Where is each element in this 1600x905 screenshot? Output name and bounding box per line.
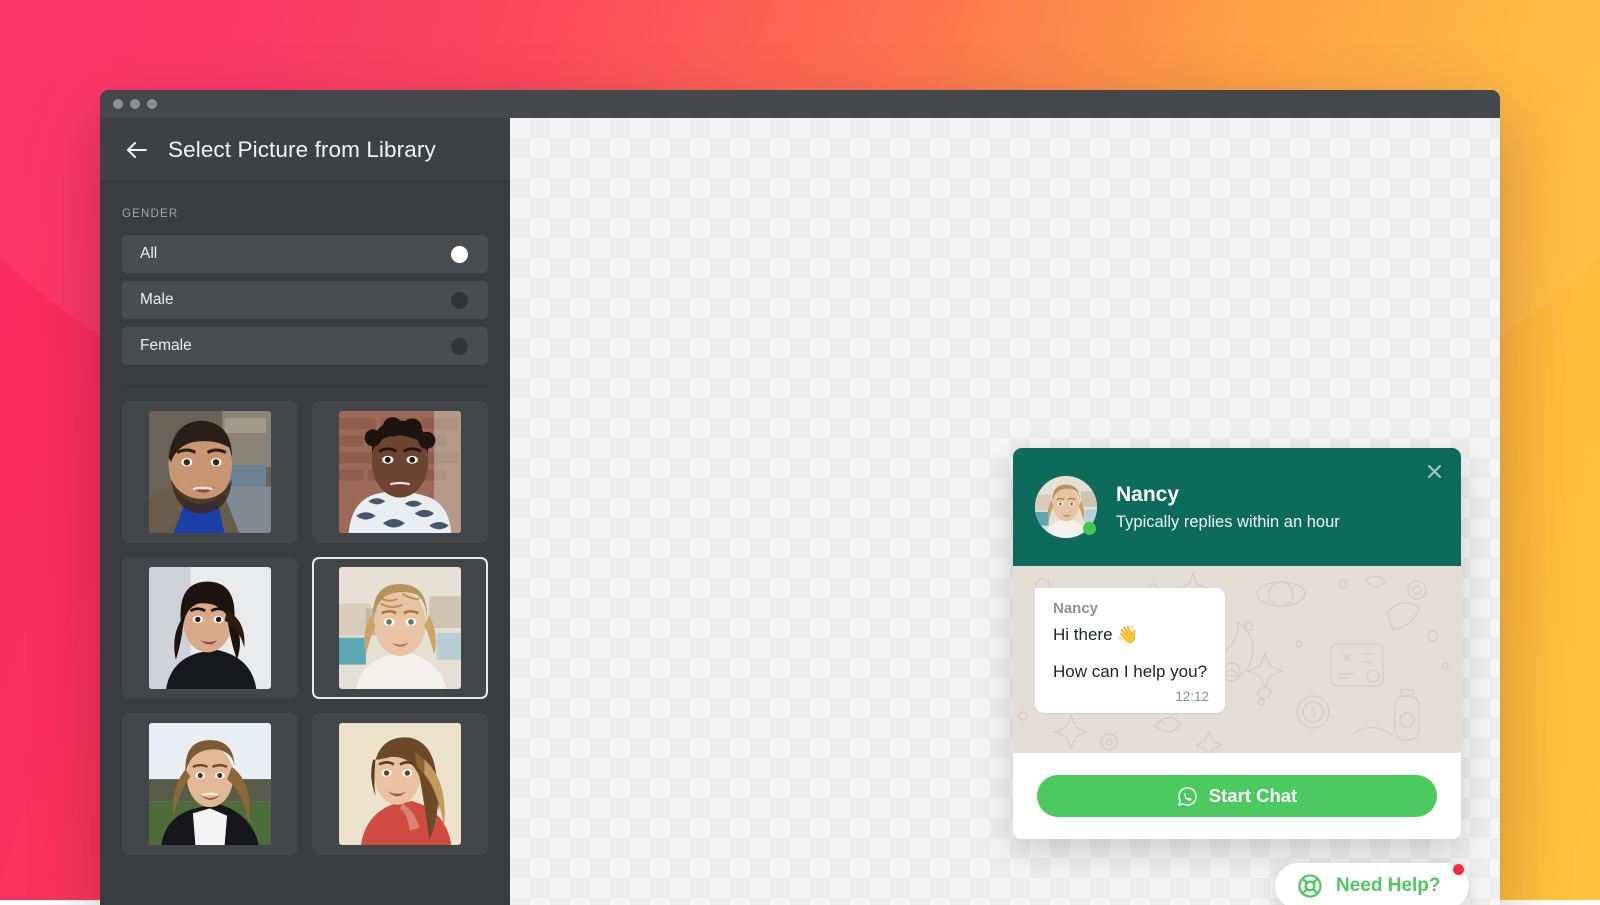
chat-message-sender: Nancy	[1053, 600, 1209, 617]
gender-option-all[interactable]: All	[122, 235, 488, 273]
thumbnail-image-6	[339, 723, 461, 845]
picture-library-grid	[122, 387, 488, 855]
whatsapp-icon	[1177, 786, 1198, 807]
need-help-label: Need Help?	[1336, 875, 1441, 897]
arrow-left-icon[interactable]	[122, 135, 152, 165]
avatar	[1035, 476, 1097, 538]
radio-icon-female[interactable]	[451, 338, 468, 355]
thumbnail-item-1[interactable]	[122, 401, 298, 543]
gender-option-female-label: Female	[140, 337, 192, 355]
gender-filter-label: GENDER	[122, 208, 488, 220]
window-close-dot[interactable]	[113, 99, 123, 109]
thumbnail-image-4	[339, 567, 461, 689]
radio-icon-male[interactable]	[451, 292, 468, 309]
chat-message-bubble: Nancy Hi there 👋 How can I help you? 12:…	[1035, 588, 1225, 713]
start-chat-button-label: Start Chat	[1209, 785, 1297, 807]
picture-library-scroll[interactable]	[100, 387, 510, 905]
chat-widget-footer: Start Chat	[1013, 753, 1461, 839]
thumbnail-item-3[interactable]	[122, 557, 298, 699]
thumbnail-image-1	[149, 411, 271, 533]
chat-agent-identity: Nancy Typically replies within an hour	[1116, 482, 1340, 532]
app-window: Select Picture from Library GENDER All M…	[100, 90, 1500, 905]
radio-icon-all[interactable]	[451, 246, 468, 263]
notification-badge	[1453, 864, 1464, 875]
thumbnail-item-2[interactable]	[312, 401, 488, 543]
lifebuoy-icon	[1297, 873, 1323, 899]
thumbnail-item-5[interactable]	[122, 713, 298, 855]
editor-canvas[interactable]: Nancy Typically replies within an hour	[510, 118, 1500, 905]
window-body: Select Picture from Library GENDER All M…	[100, 118, 1500, 905]
gender-option-female[interactable]: Female	[122, 327, 488, 365]
thumbnail-image-5	[149, 723, 271, 845]
chat-widget-header: Nancy Typically replies within an hour	[1013, 448, 1461, 566]
whatsapp-chat-widget: Nancy Typically replies within an hour	[1013, 448, 1461, 839]
chat-widget-body: Nancy Hi there 👋 How can I help you? 12:…	[1013, 566, 1461, 753]
window-titlebar	[100, 90, 1500, 118]
page-title: Select Picture from Library	[168, 137, 436, 163]
online-status-indicator	[1083, 522, 1096, 535]
gender-option-all-label: All	[140, 245, 157, 263]
gender-option-male-label: Male	[140, 291, 174, 309]
gender-filter-group: GENDER All Male Female	[100, 182, 510, 387]
window-minimize-dot[interactable]	[130, 99, 140, 109]
chat-message-line-2: How can I help you?	[1053, 661, 1209, 682]
thumbnail-image-2	[339, 411, 461, 533]
start-chat-button[interactable]: Start Chat	[1037, 775, 1437, 817]
sidebar: Select Picture from Library GENDER All M…	[100, 118, 510, 905]
need-help-button[interactable]: Need Help?	[1275, 863, 1469, 905]
thumbnail-item-6[interactable]	[312, 713, 488, 855]
chat-message-line-1: Hi there 👋	[1053, 624, 1209, 645]
chat-agent-name: Nancy	[1116, 482, 1340, 508]
thumbnail-image-3	[149, 567, 271, 689]
gender-option-male[interactable]: Male	[122, 281, 488, 319]
chat-agent-status: Typically replies within an hour	[1116, 513, 1340, 532]
window-zoom-dot[interactable]	[147, 99, 157, 109]
close-icon[interactable]	[1423, 460, 1445, 482]
thumbnail-item-4[interactable]	[312, 557, 488, 699]
sidebar-header: Select Picture from Library	[100, 118, 510, 182]
chat-message-time: 12:12	[1053, 689, 1209, 704]
